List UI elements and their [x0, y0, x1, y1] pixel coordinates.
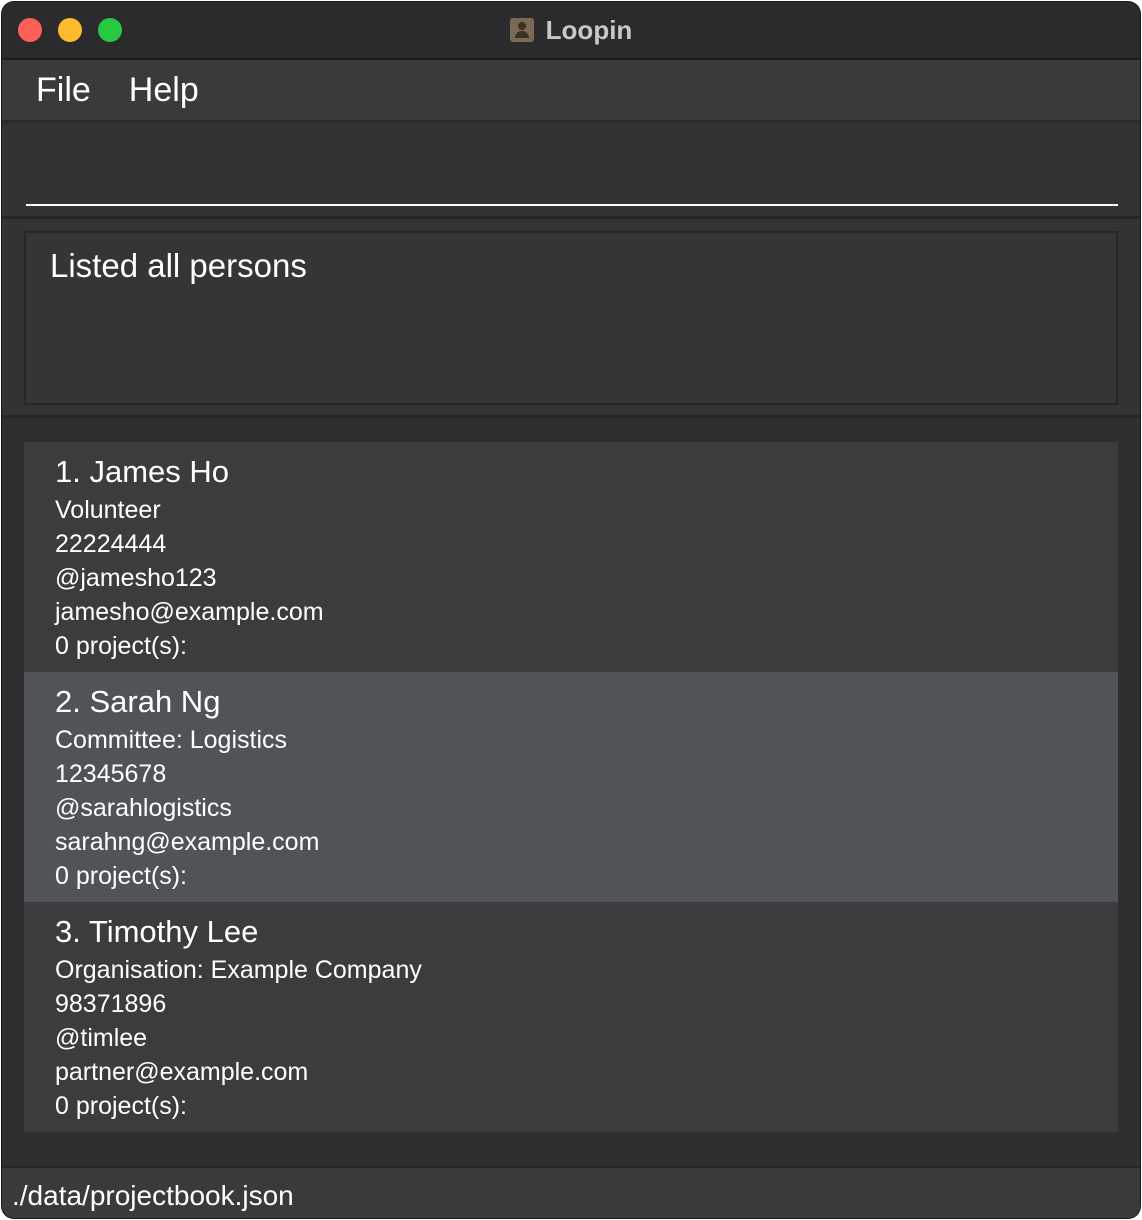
menu-help[interactable]: Help [129, 71, 199, 110]
window-title: Loopin [545, 14, 633, 45]
person-handle: @jamesho123 [55, 564, 217, 592]
menu-file[interactable]: File [36, 71, 91, 110]
person-projects: 0 project(s): [55, 632, 187, 660]
person-email: partner@example.com [55, 1058, 309, 1086]
person-card[interactable]: 3. Timothy Lee Organisation: Example Com… [24, 902, 1118, 1132]
person-projects: 0 project(s): [55, 862, 187, 890]
title-bar: Loopin [2, 2, 1140, 60]
app-window: Loopin File Help Listed all persons 1. J… [2, 2, 1140, 1218]
person-role: Volunteer [55, 496, 161, 524]
contact-book-icon [509, 18, 534, 42]
result-message: Listed all persons [50, 247, 307, 284]
data-file-path: ./data/projectbook.json [12, 1180, 294, 1211]
title-group: Loopin [2, 2, 1140, 58]
person-email: jamesho@example.com [55, 598, 324, 626]
command-input[interactable] [26, 134, 1118, 206]
person-name: 1. James Ho [55, 454, 230, 489]
person-phone: 98371896 [55, 990, 167, 1018]
person-email: sarahng@example.com [55, 828, 320, 856]
person-list[interactable]: 1. James Ho Volunteer 22224444 @jamesho1… [2, 418, 1140, 1166]
person-name: 3. Timothy Lee [55, 914, 259, 949]
result-display: Listed all persons [24, 231, 1118, 405]
person-handle: @sarahlogistics [55, 794, 232, 822]
person-role: Committee: Logistics [55, 726, 288, 754]
person-phone: 22224444 [55, 530, 167, 558]
person-role: Organisation: Example Company [55, 956, 422, 984]
menu-bar: File Help [2, 60, 1140, 122]
person-projects: 0 project(s): [55, 1092, 187, 1120]
person-card-selected[interactable]: 2. Sarah Ng Committee: Logistics 1234567… [24, 672, 1118, 902]
person-card[interactable]: 1. James Ho Volunteer 22224444 @jamesho1… [24, 442, 1118, 672]
result-display-area: Listed all persons [2, 219, 1140, 418]
person-name: 2. Sarah Ng [55, 684, 221, 719]
status-bar: ./data/projectbook.json [2, 1166, 1140, 1218]
person-handle: @timlee [55, 1024, 148, 1052]
command-box [2, 124, 1140, 219]
person-phone: 12345678 [55, 760, 167, 788]
